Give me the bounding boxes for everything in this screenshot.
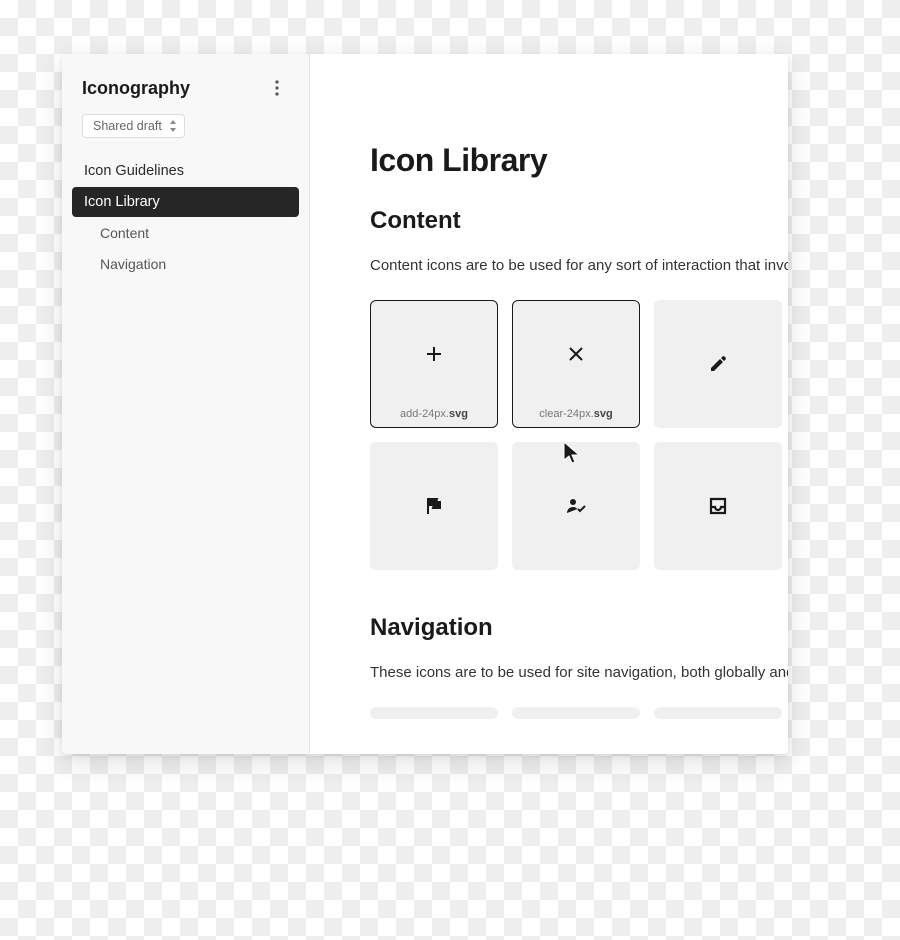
sort-icon [168, 120, 178, 132]
more-options-button[interactable] [265, 76, 289, 100]
icon-grid-content: add-24px.svg clear-24px.svg [370, 300, 788, 570]
icon-tile-inbox[interactable] [654, 442, 782, 570]
clear-icon [564, 342, 588, 366]
main-content: Icon Library Content Content icons are t… [310, 54, 788, 754]
section-title-content: Content [370, 207, 788, 235]
section-title-navigation: Navigation [370, 614, 788, 642]
icon-tile-user-check[interactable] [512, 442, 640, 570]
icon-tile-add[interactable]: add-24px.svg [370, 300, 498, 428]
sidebar-header: Iconography [72, 76, 299, 110]
app-window: Iconography Shared draft Icon Guidelines… [62, 54, 788, 754]
add-icon [422, 342, 446, 366]
icon-tile[interactable] [512, 707, 640, 719]
status-select[interactable]: Shared draft [82, 114, 185, 138]
icon-tile-clear[interactable]: clear-24px.svg [512, 300, 640, 428]
icon-tile[interactable] [654, 707, 782, 719]
sidebar-title: Iconography [82, 78, 190, 99]
icon-tile-flag[interactable] [370, 442, 498, 570]
section-desc-content: Content icons are to be used for any sor… [370, 257, 788, 274]
edit-icon [706, 352, 730, 376]
icon-tile-edit[interactable] [654, 300, 782, 428]
user-check-icon [564, 494, 588, 518]
page-title: Icon Library [370, 142, 788, 179]
icon-tile-label: add-24px.svg [400, 408, 468, 420]
sidebar: Iconography Shared draft Icon Guidelines… [62, 54, 310, 754]
sidebar-nav: Icon Guidelines Icon Library Content Nav… [72, 156, 299, 279]
kebab-icon [275, 80, 279, 96]
nav-item-content[interactable]: Content [72, 218, 299, 248]
flag-icon [422, 494, 446, 518]
section-desc-navigation: These icons are to be used for site navi… [370, 664, 788, 681]
status-select-label: Shared draft [93, 119, 162, 133]
inbox-icon [706, 494, 730, 518]
icon-grid-navigation [370, 707, 788, 719]
nav-item-icon-guidelines[interactable]: Icon Guidelines [72, 156, 299, 186]
nav-item-navigation[interactable]: Navigation [72, 249, 299, 279]
nav-item-icon-library[interactable]: Icon Library [72, 187, 299, 217]
icon-tile-label: clear-24px.svg [539, 408, 612, 420]
icon-tile[interactable] [370, 707, 498, 719]
